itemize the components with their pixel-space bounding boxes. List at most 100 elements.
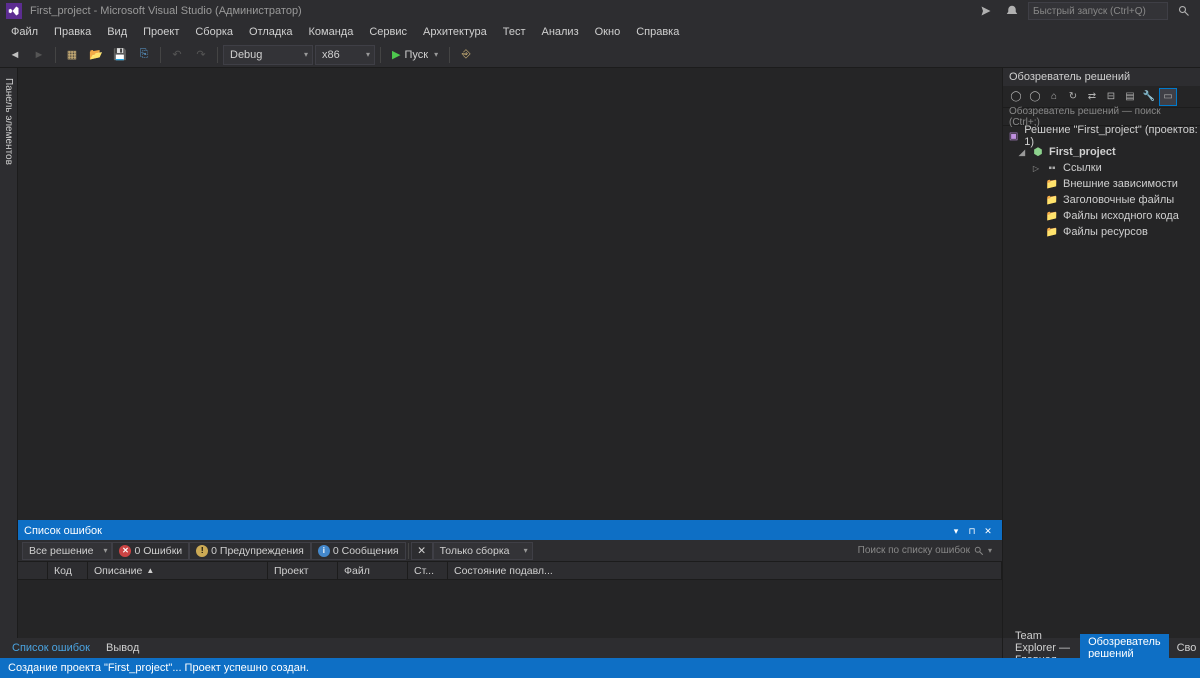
folder-icon: 📁 (1045, 209, 1059, 223)
feedback-icon[interactable] (1002, 2, 1022, 20)
menu-tools[interactable]: Сервис (362, 24, 414, 40)
folder-icon: 📁 (1045, 225, 1059, 239)
scope-dropdown[interactable]: Все решение (22, 542, 112, 560)
quick-launch-placeholder: Быстрый запуск (Ctrl+Q) (1033, 6, 1146, 17)
tab-output[interactable]: Вывод (98, 640, 147, 656)
error-list-columns: Код Описание ▲ Проект Файл Ст... Состоян… (18, 562, 1002, 580)
folder-icon: 📁 (1045, 193, 1059, 207)
nav-back-icon[interactable]: ◄ (4, 45, 26, 65)
editor-canvas (18, 68, 1002, 520)
menu-file[interactable]: Файл (4, 24, 45, 40)
tab-error-list[interactable]: Список ошибок (4, 640, 98, 656)
tree-sources[interactable]: 📁 Файлы исходного кода (1003, 208, 1200, 224)
solution-tree: ▣ Решение "First_project" (проектов: 1) … (1003, 126, 1200, 638)
se-fwd-icon[interactable]: ◯ (1026, 88, 1044, 106)
panel-dropdown-icon[interactable]: ▾ (948, 524, 964, 538)
menu-debug[interactable]: Отладка (242, 24, 299, 40)
tree-solution[interactable]: ▣ Решение "First_project" (проектов: 1) (1003, 128, 1200, 144)
tree-references[interactable]: ▷ ▪▪ Ссылки (1003, 160, 1200, 176)
tree-external-deps[interactable]: 📁 Внешние зависимости (1003, 176, 1200, 192)
play-icon: ▶ (392, 48, 400, 61)
search-icon (974, 546, 984, 556)
folder-icon: 📁 (1045, 177, 1059, 191)
statusbar: Создание проекта "First_project"... Прое… (0, 658, 1200, 678)
menu-build[interactable]: Сборка (188, 24, 240, 40)
se-collapse-icon[interactable]: ⊟ (1102, 88, 1120, 106)
messages-filter-button[interactable]: i0 Сообщения (311, 542, 406, 560)
menu-help[interactable]: Справка (629, 24, 686, 40)
menu-team[interactable]: Команда (302, 24, 361, 40)
left-dock: Панель элементов (0, 68, 18, 638)
solution-explorer-header[interactable]: Обозреватель решений (1003, 68, 1200, 86)
menu-architecture[interactable]: Архитектура (416, 24, 494, 40)
col-desc[interactable]: Описание ▲ (88, 562, 268, 579)
bottom-tabs: Список ошибок Вывод (0, 638, 1002, 658)
tree-resources[interactable]: 📁 Файлы ресурсов (1003, 224, 1200, 240)
status-text: Создание проекта "First_project"... Прое… (8, 662, 309, 674)
step-icon[interactable]: ⎆ (455, 45, 477, 65)
col-code[interactable]: Код (48, 562, 88, 579)
nav-fwd-icon[interactable]: ► (28, 45, 50, 65)
expand-icon[interactable]: ◢ (1017, 148, 1027, 157)
warnings-filter-button[interactable]: !0 Предупреждения (189, 542, 311, 560)
notifications-icon[interactable] (976, 2, 996, 20)
tab-properties[interactable]: Свой (1169, 640, 1196, 656)
panel-close-icon[interactable]: ✕ (980, 524, 996, 538)
col-icon[interactable] (18, 562, 48, 579)
editor-area: Список ошибок ▾ ⊓ ✕ Все решение ✕0 Ошибк… (18, 68, 1002, 638)
run-label: Пуск (404, 49, 428, 61)
save-all-icon[interactable]: ⎘ (133, 45, 155, 65)
build-filter-dropdown[interactable]: Только сборка (433, 542, 533, 560)
menu-test[interactable]: Тест (496, 24, 533, 40)
open-file-icon[interactable]: 📂 (85, 45, 107, 65)
search-icon[interactable] (1174, 2, 1194, 20)
panel-pin-icon[interactable]: ⊓ (964, 524, 980, 538)
expand-icon[interactable]: ▷ (1031, 164, 1041, 173)
right-tabs: Team Explorer — Главная Обозреватель реш… (1003, 638, 1200, 658)
se-preview-icon[interactable]: ▭ (1159, 88, 1177, 106)
info-icon: i (318, 545, 330, 557)
col-suppress[interactable]: Состояние подавл... (448, 562, 1002, 579)
run-button[interactable]: ▶ Пуск ▾ (386, 45, 444, 65)
error-list-body (18, 580, 1002, 638)
se-properties-icon[interactable]: 🔧 (1140, 88, 1158, 106)
menu-edit[interactable]: Правка (47, 24, 98, 40)
menu-project[interactable]: Проект (136, 24, 186, 40)
menubar: Файл Правка Вид Проект Сборка Отладка Ко… (0, 22, 1200, 42)
col-line[interactable]: Ст... (408, 562, 448, 579)
menu-analyze[interactable]: Анализ (534, 24, 585, 40)
solution-explorer: Обозреватель решений ◯ ◯ ⌂ ↻ ⇄ ⊟ ▤ 🔧 ▭ О… (1002, 68, 1200, 638)
se-showall-icon[interactable]: ▤ (1121, 88, 1139, 106)
redo-icon[interactable]: ↷ (190, 45, 212, 65)
titlebar: First_project - Microsoft Visual Studio … (0, 0, 1200, 22)
config-dropdown[interactable]: Debug (223, 45, 313, 65)
window-title: First_project - Microsoft Visual Studio … (30, 5, 976, 17)
se-back-icon[interactable]: ◯ (1007, 88, 1025, 106)
solution-icon: ▣ (1007, 129, 1020, 143)
errors-filter-button[interactable]: ✕0 Ошибки (112, 542, 189, 560)
menu-view[interactable]: Вид (100, 24, 134, 40)
warning-icon: ! (196, 545, 208, 557)
filter-clear-icon: ✕ (417, 545, 426, 557)
tree-headers[interactable]: 📁 Заголовочные файлы (1003, 192, 1200, 208)
platform-dropdown[interactable]: x86 (315, 45, 375, 65)
col-project[interactable]: Проект (268, 562, 338, 579)
col-file[interactable]: Файл (338, 562, 408, 579)
toolbox-tab[interactable]: Панель элементов (2, 72, 15, 171)
error-search-input[interactable]: Поиск по списку ошибок ▾ (858, 545, 998, 556)
toolbar: ◄ ► ▦ 📂 💾 ⎘ ↶ ↷ Debug x86 ▶ Пуск ▾ ⎆ (0, 42, 1200, 68)
se-refresh-icon[interactable]: ↻ (1064, 88, 1082, 106)
error-list-titlebar[interactable]: Список ошибок ▾ ⊓ ✕ (18, 522, 1002, 540)
menu-window[interactable]: Окно (588, 24, 628, 40)
quick-launch-input[interactable]: Быстрый запуск (Ctrl+Q) (1028, 2, 1168, 20)
error-list-title: Список ошибок (24, 525, 102, 537)
error-list-filterbar: Все решение ✕0 Ошибки !0 Предупреждения … (18, 540, 1002, 562)
se-home-icon[interactable]: ⌂ (1045, 88, 1063, 106)
save-icon[interactable]: 💾 (109, 45, 131, 65)
error-icon: ✕ (119, 545, 131, 557)
clear-filter-button[interactable]: ✕ (411, 542, 433, 560)
new-project-icon[interactable]: ▦ (61, 45, 83, 65)
undo-icon[interactable]: ↶ (166, 45, 188, 65)
se-sync-icon[interactable]: ⇄ (1083, 88, 1101, 106)
error-list-panel: Список ошибок ▾ ⊓ ✕ Все решение ✕0 Ошибк… (18, 520, 1002, 638)
